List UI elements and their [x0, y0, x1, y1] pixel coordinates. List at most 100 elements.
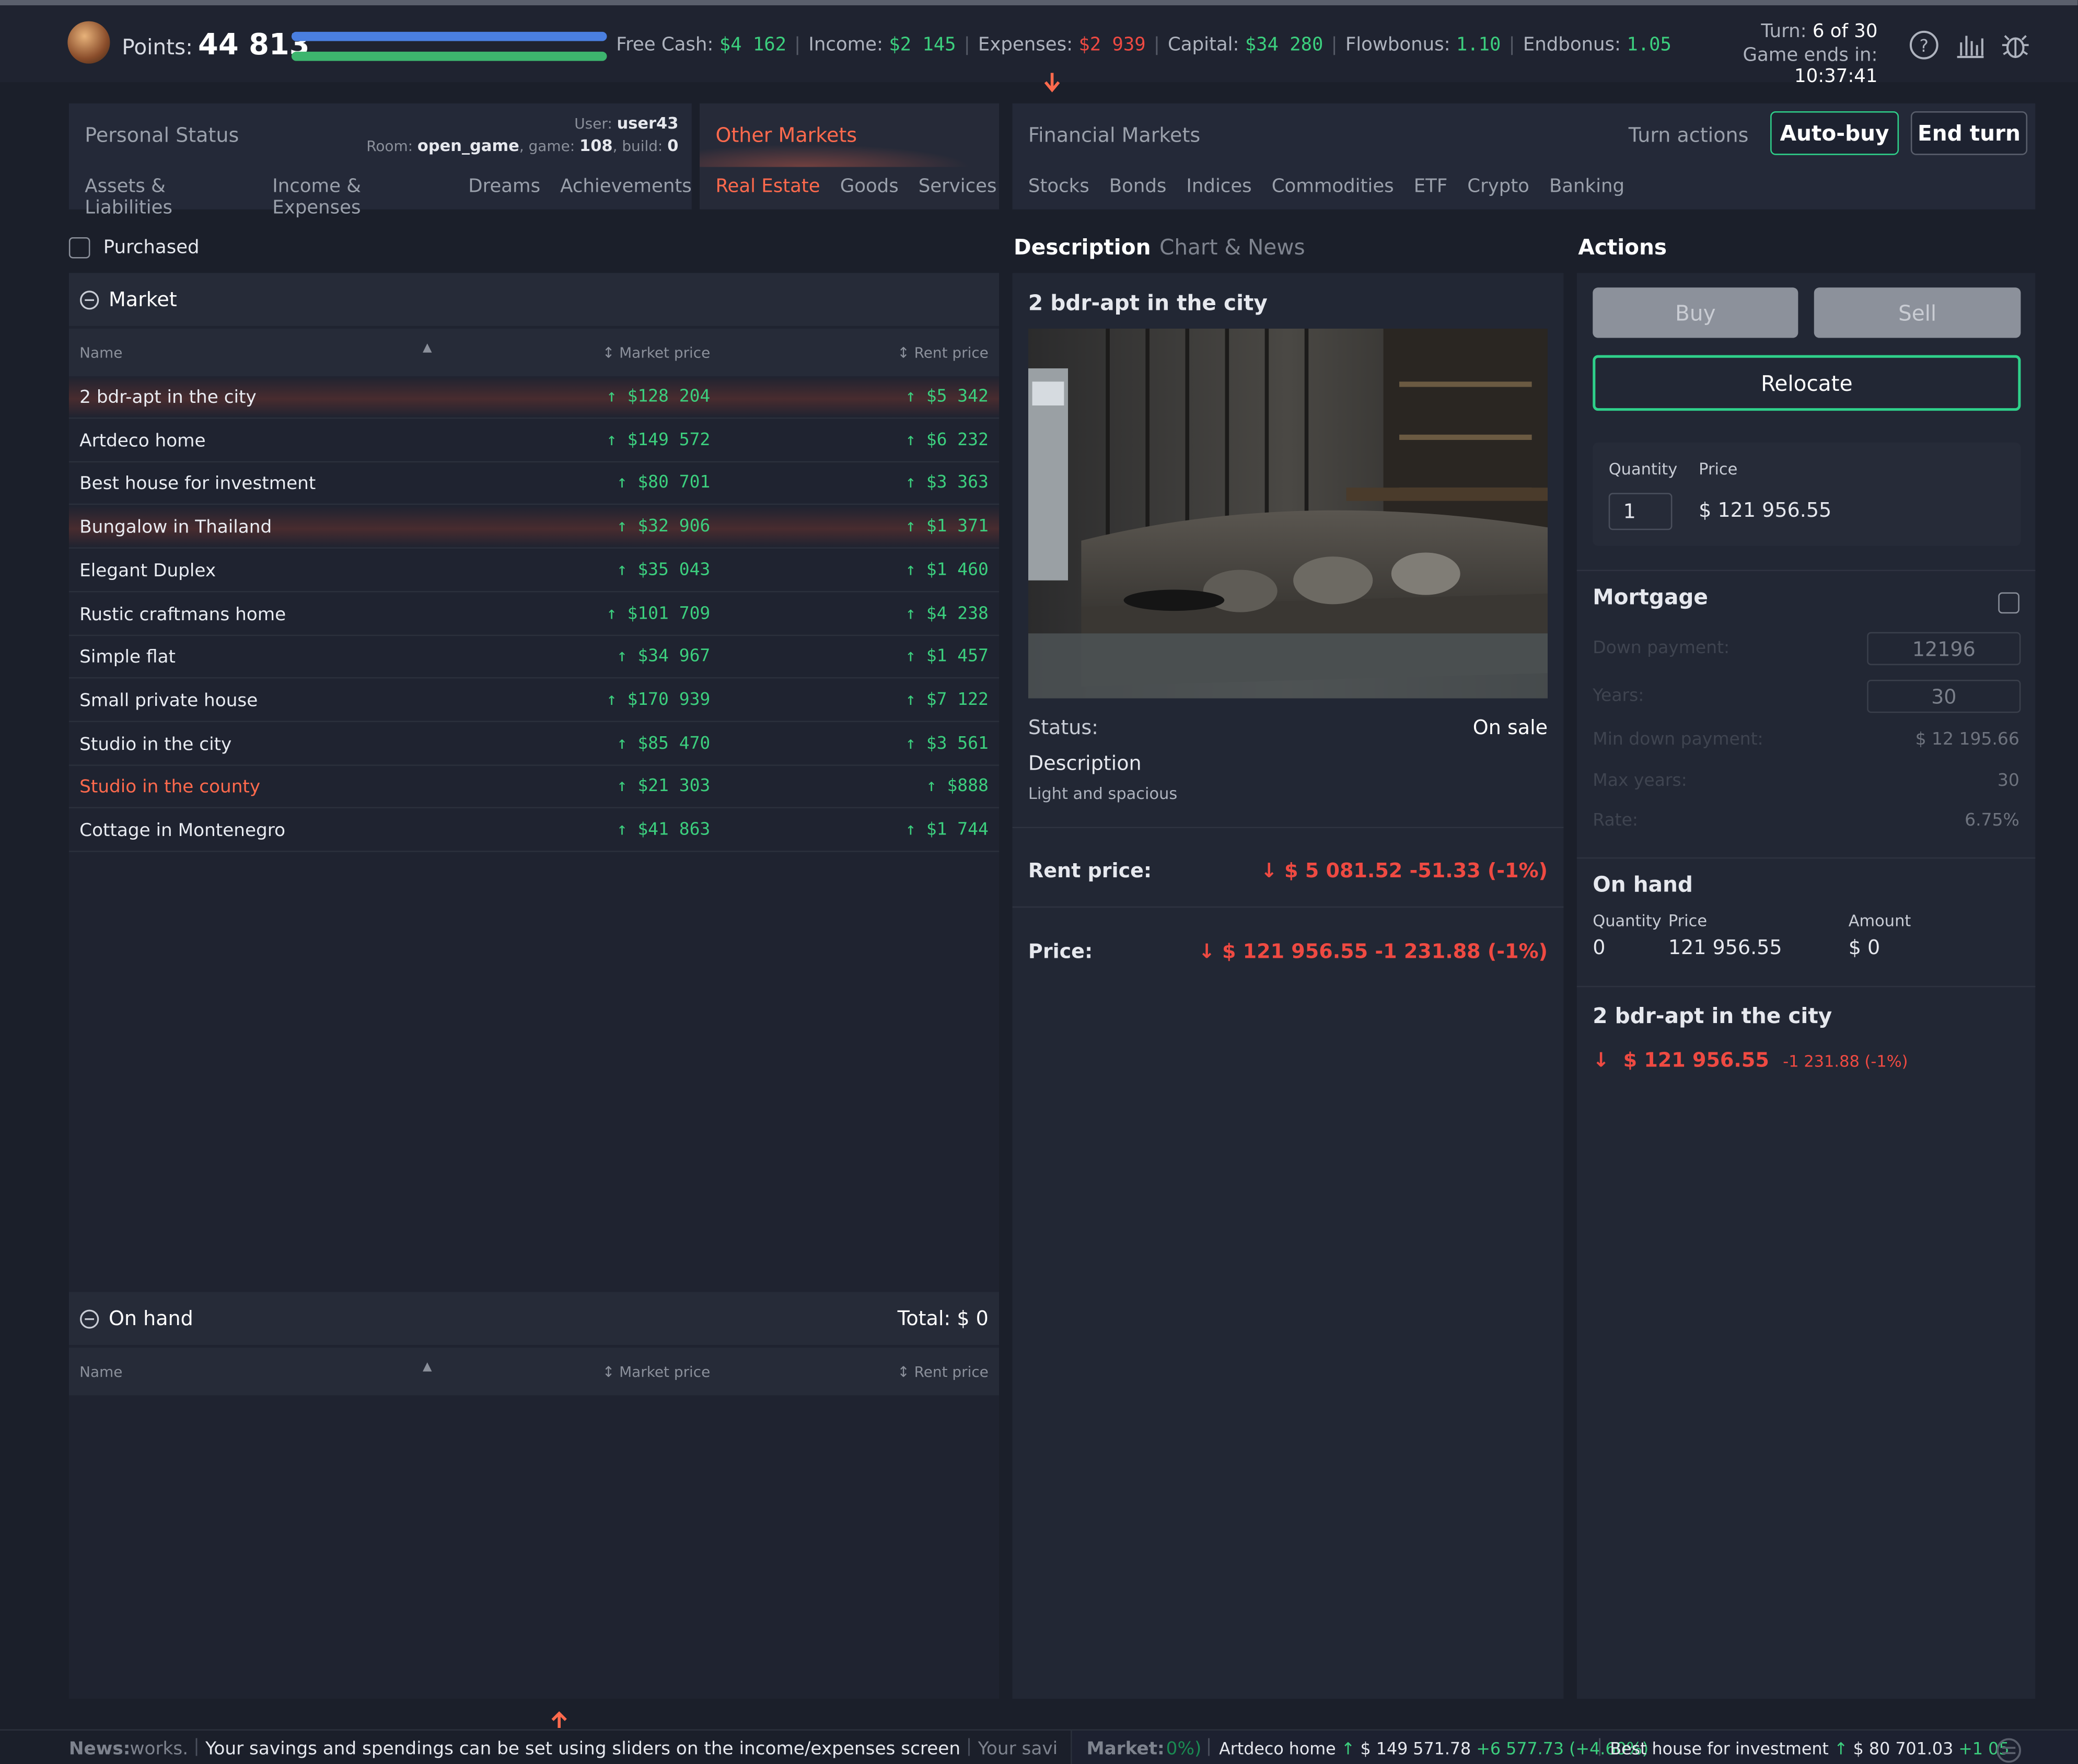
- years-input[interactable]: 30: [1867, 679, 2021, 713]
- table-row[interactable]: Simple flat ↑ $34 967 ↑ $1 457: [68, 636, 1000, 679]
- table-row[interactable]: Rustic craftmans home ↑ $101 709 ↑ $4 238: [68, 593, 1000, 636]
- divider: |: [1596, 1736, 1603, 1757]
- divider: [1012, 906, 1564, 908]
- price-label: Price: [1699, 459, 1738, 479]
- tab-etf[interactable]: ETF: [1414, 176, 1448, 198]
- mortgage-checkbox[interactable]: [1998, 592, 2019, 614]
- tab-dreams[interactable]: Dreams: [468, 176, 540, 218]
- help-icon[interactable]: ?: [1908, 29, 1940, 61]
- points: Points: 44 813: [122, 29, 309, 62]
- col-rent-price-label: Rent price: [914, 1363, 989, 1381]
- row-market-price-value: $101 709: [627, 604, 711, 624]
- tab-indices[interactable]: Indices: [1186, 176, 1251, 198]
- ticker-item-artdeco[interactable]: Artdeco home ↑ $ 149 571.78 +6 577.73 (+…: [1219, 1738, 1649, 1758]
- table-row[interactable]: Studio in the city ↑ $85 470 ↑ $3 561: [68, 723, 1000, 765]
- table-row[interactable]: Best house for investment ↑ $80 701 ↑ $3 3…: [68, 463, 1000, 506]
- row-name: Rustic craftmans home: [79, 604, 286, 625]
- row-rent-price: ↑ $3 363: [906, 473, 989, 494]
- tab-assets-liabilities[interactable]: Assets & Liabilities: [85, 176, 252, 218]
- tab-chart-news[interactable]: Chart & News: [1159, 235, 1305, 260]
- collapse-icon[interactable]: [79, 1309, 99, 1329]
- row-market-price-value: $85 470: [637, 733, 711, 753]
- summary-change: -1 231.88 (-1%): [1783, 1052, 1908, 1071]
- row-rent-price-value: $1 460: [926, 560, 989, 581]
- free-cash-value: $4 162: [719, 34, 786, 56]
- table-row[interactable]: Cottage in Montenegro ↑ $41 863 ↑ $1 744: [68, 809, 1000, 852]
- row-market-price-value: $170 939: [627, 690, 711, 711]
- tab-achievements[interactable]: Achievements: [560, 176, 692, 218]
- col-name[interactable]: Name: [79, 344, 122, 362]
- col-market-price[interactable]: ↕ Market price: [602, 1364, 710, 1381]
- sell-button[interactable]: Sell: [1814, 287, 2021, 338]
- table-row[interactable]: Small private house ↑ $170 939 ↑ $7 122: [68, 680, 1000, 722]
- col-name[interactable]: Name: [79, 1364, 122, 1381]
- purchased-checkbox[interactable]: [68, 237, 90, 259]
- avatar[interactable]: [67, 21, 110, 64]
- max-years-label: Max years:: [1593, 771, 1687, 791]
- col-rent-price[interactable]: ↕ Rent price: [897, 344, 988, 362]
- table-row[interactable]: Artdeco home ↑ $149 572 ↑ $6 232: [68, 420, 1000, 462]
- chart-icon[interactable]: [1955, 29, 1987, 61]
- col-rent-price-label: Rent price: [914, 344, 989, 362]
- arrow-up-icon[interactable]: [549, 1709, 570, 1731]
- divider: |: [1205, 1736, 1212, 1757]
- tab-crypto[interactable]: Crypto: [1467, 176, 1529, 198]
- on-hand-header[interactable]: On hand Total: $ 0: [68, 1292, 1000, 1345]
- auto-buy-button[interactable]: Auto-buy: [1770, 111, 1899, 155]
- tab-stocks[interactable]: Stocks: [1028, 176, 1089, 198]
- down-payment-input[interactable]: 12196: [1867, 632, 2021, 666]
- row-rent-price: ↑ $888: [926, 776, 989, 797]
- row-rent-price-value: $1 371: [926, 517, 989, 537]
- news-tail: works.: [130, 1738, 189, 1760]
- table-row[interactable]: Studio in the county ↑ $21 303 ↑ $888: [68, 767, 1000, 809]
- table-row[interactable]: Elegant Duplex ↑ $35 043 ↑ $1 460: [68, 550, 1000, 593]
- buy-button[interactable]: Buy: [1593, 287, 1798, 338]
- row-rent-price: ↑ $4 238: [906, 604, 989, 624]
- market-header[interactable]: Market: [68, 273, 1000, 326]
- game-ends-label: Game ends in:: [1743, 45, 1878, 66]
- on-hand-table-header: Name ▲ ↕ Market price ↕ Rent price: [68, 1348, 1000, 1396]
- divider: [1012, 827, 1564, 828]
- tab-banking[interactable]: Banking: [1549, 176, 1624, 198]
- collapse-icon[interactable]: [79, 290, 99, 310]
- row-market-price: ↑ $170 939: [606, 690, 711, 711]
- relocate-button[interactable]: Relocate: [1593, 355, 2021, 411]
- news-item[interactable]: Your savings and spendings can be set us…: [205, 1738, 960, 1760]
- table-row[interactable]: 2 bdr-apt in the city ↑ $128 204 ↑ $5 342: [68, 376, 1000, 419]
- status-label: Status:: [1028, 715, 1098, 740]
- tab-bonds[interactable]: Bonds: [1109, 176, 1167, 198]
- ticker-item-best-house[interactable]: Best house for investment ↑ $ 80 701.03 …: [1610, 1738, 2009, 1758]
- arrow-down-icon[interactable]: [1043, 72, 1062, 93]
- row-market-price: ↑ $101 709: [606, 604, 711, 624]
- sort-icon[interactable]: ▲: [423, 342, 432, 355]
- row-name: Studio in the county: [79, 776, 261, 798]
- row-rent-price-value: $7 122: [926, 690, 989, 711]
- tab-real-estate[interactable]: Real Estate: [715, 176, 820, 198]
- property-photo: [1028, 328, 1548, 699]
- oh-price-label: Price: [1668, 911, 1708, 931]
- sort-icon[interactable]: ▲: [423, 1361, 432, 1374]
- col-rent-price[interactable]: ↕ Rent price: [897, 1364, 988, 1381]
- tab-income-expenses[interactable]: Income & Expenses: [272, 176, 448, 218]
- row-rent-price-value: $1 457: [926, 647, 989, 667]
- tab-description[interactable]: Description: [1014, 235, 1151, 260]
- bug-icon[interactable]: [2000, 29, 2031, 61]
- row-name: Elegant Duplex: [79, 560, 216, 582]
- tab-services[interactable]: Services: [919, 176, 997, 198]
- col-market-price[interactable]: ↕ Market price: [602, 344, 710, 362]
- row-market-price-value: $41 863: [637, 820, 711, 840]
- quantity-input[interactable]: 1: [1608, 493, 1673, 530]
- news-cut: Your savi: [978, 1738, 1058, 1760]
- top-bar: Points: 44 813 Free Cash: $4 162 | Income: …: [0, 0, 2078, 92]
- build-value: 0: [667, 136, 679, 155]
- table-row[interactable]: Bungalow in Thailand ↑ $32 906 ↑ $1 371: [68, 506, 1000, 549]
- turn-actions-label: Turn actions: [1628, 123, 1749, 147]
- tab-commodities[interactable]: Commodities: [1272, 176, 1394, 198]
- user-label: User:: [574, 115, 612, 133]
- order-box: Quantity Price 1 $ 121 956.55: [1593, 443, 2021, 546]
- end-turn-button[interactable]: End turn: [1910, 111, 2028, 155]
- row-market-price: ↑ $85 470: [617, 733, 711, 753]
- purchased-label: Purchased: [103, 237, 200, 259]
- tab-goods[interactable]: Goods: [840, 176, 899, 198]
- price-label: Price:: [1028, 939, 1093, 964]
